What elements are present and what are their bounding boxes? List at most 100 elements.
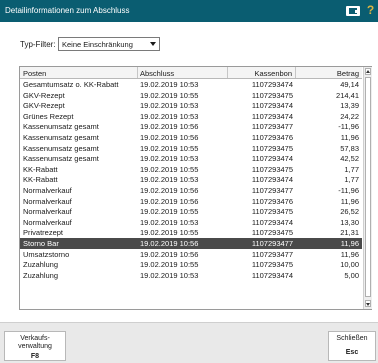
table-row[interactable]: Normalverkauf 19.02.2019 10:56 1107293477 -… [20,185,362,196]
cell-posten: Gesamtumsatz o. KK-Rabatt [23,80,119,89]
cell-betrag: -11,96 [338,186,359,195]
cell-abschluss: 19.02.2019 10:56 [140,249,199,259]
cell-betrag: 1,77 [344,164,359,174]
cell-kassenbon: 1107293475 [251,143,293,153]
cell-kassenbon: 1107293476 [251,133,293,142]
chevron-down-icon[interactable] [150,42,156,46]
cell-posten: GKV-Rezept [23,90,65,100]
cell-betrag: 24,22 [340,111,359,121]
column-header-posten[interactable]: Posten [23,69,46,78]
cell-betrag: 11,96 [340,133,359,142]
cell-betrag: 42,52 [340,154,359,164]
close-button[interactable]: Schließen Esc [328,331,376,361]
table-row[interactable]: Kassenumsatz gesamt 19.02.2019 10:56 11072… [20,132,362,143]
window-icon[interactable] [346,6,360,16]
table-row[interactable]: Normalverkauf 19.02.2019 10:56 1107293476 1… [20,196,362,207]
table-row[interactable]: Gesamtumsatz o. KK-Rabatt 19.02.2019 10:5… [20,79,362,90]
cell-betrag: 13,39 [340,101,359,111]
cell-abschluss: 19.02.2019 10:55 [140,90,199,100]
vertical-scrollbar[interactable] [363,67,372,309]
cell-kassenbon: 1107293475 [251,164,293,174]
cell-abschluss: 19.02.2019 10:55 [140,143,199,153]
cell-kassenbon: 1107293475 [251,228,293,238]
table-row[interactable]: Kassenumsatz gesamt 19.02.2019 10:56 11072… [20,121,362,132]
table-row[interactable]: GKV-Rezept 19.02.2019 10:53 1107293474 13,3… [20,100,362,111]
scrollbar-thumb[interactable] [365,77,371,297]
cell-posten: KK-Rabatt [23,175,58,185]
cell-betrag: 10,00 [340,260,359,270]
cell-abschluss: 19.02.2019 10:56 [140,239,199,248]
cell-posten: Zuzahlung [23,270,59,280]
cell-posten: Kassenumsatz gesamt [23,154,99,164]
cell-kassenbon: 1107293474 [251,270,293,280]
cell-abschluss: 19.02.2019 10:53 [140,111,199,121]
table-row[interactable]: Kassenumsatz gesamt 19.02.2019 10:53 11072… [20,153,362,164]
cell-abschluss: 19.02.2019 10:55 [140,228,199,238]
results-table: Posten Abschluss Kassenbon Betrag Gesamt… [19,66,372,310]
cell-abschluss: 19.02.2019 10:55 [140,164,199,174]
table-row[interactable]: Storno Bar 19.02.2019 10:56 1107293477 11,9… [20,238,362,249]
column-header-kassenbon[interactable]: Kassenbon [254,69,292,78]
cell-posten: Normalverkauf [23,217,72,227]
scroll-down-icon[interactable] [365,300,371,307]
cell-kassenbon: 1107293474 [251,101,293,111]
cell-kassenbon: 1107293474 [251,175,293,185]
cell-abschluss: 19.02.2019 10:55 [140,260,199,270]
cell-abschluss: 19.02.2019 10:55 [140,207,199,217]
type-filter-select[interactable]: Keine Einschränkung [58,37,160,51]
cell-posten: Storno Bar [23,239,59,248]
cell-posten: Privatrezept [23,228,64,238]
cell-posten: GKV-Rezept [23,101,65,111]
cell-betrag: 26,52 [340,207,359,217]
cell-posten: Zuzahlung [23,260,59,270]
table-row[interactable]: KK-Rabatt 19.02.2019 10:55 1107293475 1,77 [20,164,362,175]
cell-posten: Grünes Rezept [23,111,74,121]
table-row[interactable]: Normalverkauf 19.02.2019 10:55 1107293475 2… [20,206,362,217]
footer-bar: Verkaufs- verwaltung F8 Schließen Esc [0,322,378,363]
cell-posten: Normalverkauf [23,196,72,206]
table-row[interactable]: Normalverkauf 19.02.2019 10:53 1107293474 1… [20,217,362,228]
cell-posten: Kassenumsatz gesamt [23,122,99,132]
table-row[interactable]: Kassenumsatz gesamt 19.02.2019 10:55 11072… [20,143,362,154]
table-row[interactable]: Grünes Rezept 19.02.2019 10:53 1107293474 2… [20,111,362,122]
cell-kassenbon: 1107293477 [251,249,293,259]
cell-abschluss: 19.02.2019 10:56 [140,122,199,132]
cell-abschluss: 19.02.2019 10:53 [140,175,199,185]
table-row[interactable]: Zuzahlung 19.02.2019 10:53 1107293474 5,00 [20,270,362,281]
type-filter-label: Typ-Filter: [20,40,56,49]
verkaufsverwaltung-shortcut: F8 [30,353,40,360]
cell-posten: Normalverkauf [23,207,72,217]
table-row[interactable]: Zuzahlung 19.02.2019 10:55 1107293475 10,00 [20,259,362,270]
column-header-betrag[interactable]: Betrag [337,69,359,78]
cell-kassenbon: 1107293474 [251,111,293,121]
scroll-up-icon[interactable] [365,68,371,75]
column-header-abschluss[interactable]: Abschluss [140,69,174,78]
cell-betrag: 214,41 [336,90,359,100]
cell-abschluss: 19.02.2019 10:53 [140,217,199,227]
cell-kassenbon: 1107293477 [251,186,293,195]
cell-kassenbon: 1107293475 [251,90,293,100]
cell-kassenbon: 1107293475 [251,260,293,270]
cell-betrag: 13,30 [340,217,359,227]
close-label: Schließen [336,335,368,342]
cell-abschluss: 19.02.2019 10:53 [140,101,199,111]
table-row[interactable]: Umsatzstorno 19.02.2019 10:56 1107293477 11… [20,249,362,260]
table-row[interactable]: Privatrezept 19.02.2019 10:55 1107293475 21… [20,227,362,238]
cell-betrag: 49,14 [340,80,359,89]
help-icon[interactable]: ? [364,3,377,18]
cell-abschluss: 19.02.2019 10:53 [140,270,199,280]
type-filter-value: Keine Einschränkung [62,40,133,49]
cell-posten: KK-Rabatt [23,164,58,174]
cell-posten: Kassenumsatz gesamt [23,133,99,142]
verkaufsverwaltung-button[interactable]: Verkaufs- verwaltung F8 [4,331,66,361]
cell-abschluss: 19.02.2019 10:53 [140,80,199,89]
cell-kassenbon: 1107293476 [251,196,293,206]
cell-abschluss: 19.02.2019 10:56 [140,133,199,142]
verkaufsverwaltung-label-line1: Verkaufs- [20,335,50,342]
verkaufsverwaltung-label-line2: verwaltung [18,343,52,350]
table-row[interactable]: GKV-Rezept 19.02.2019 10:55 1107293475 214,… [20,90,362,101]
table-row[interactable]: KK-Rabatt 19.02.2019 10:53 1107293474 1,77 [20,174,362,185]
cell-betrag: 1,77 [344,175,359,185]
cell-betrag: 21,31 [340,228,359,238]
cell-posten: Normalverkauf [23,186,72,195]
